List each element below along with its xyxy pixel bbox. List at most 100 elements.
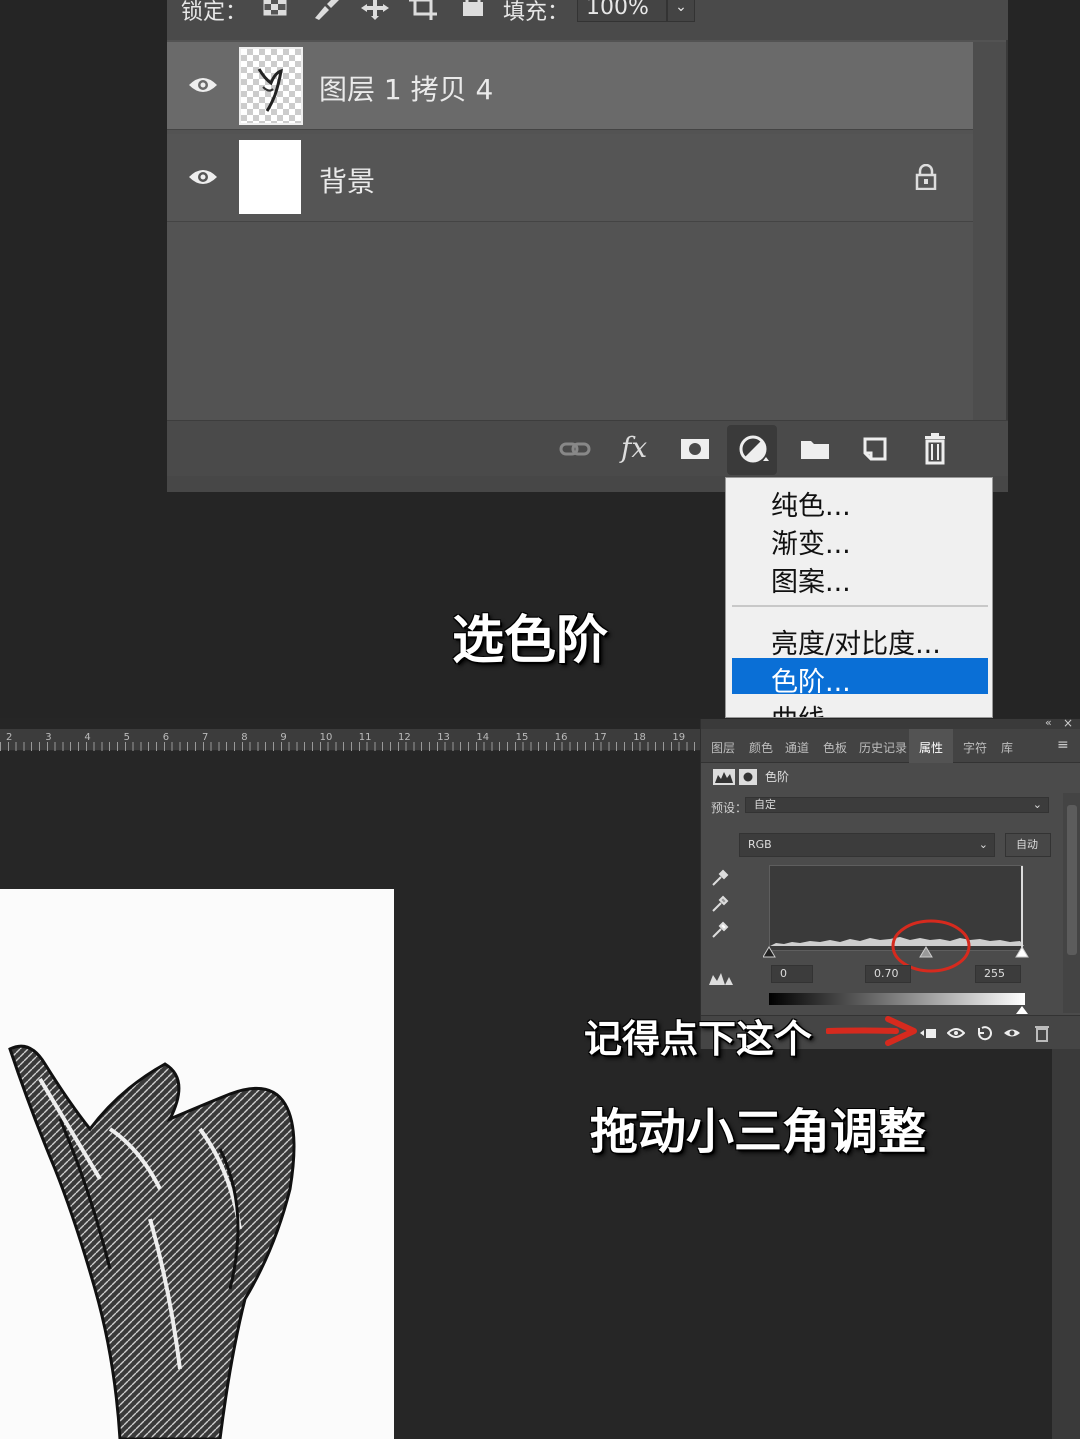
layer-name: 图层 1 拷贝 4: [319, 73, 494, 106]
delete-adjustment-trash-icon[interactable]: [1033, 1024, 1051, 1042]
channel-chevron-icon: ⌄: [978, 838, 988, 851]
fill-input[interactable]: 100%: [577, 0, 667, 22]
tab-layers[interactable]: 图层: [711, 739, 735, 756]
ruler-number: 2: [6, 732, 13, 743]
tab-swatches[interactable]: 色板: [823, 739, 847, 756]
ruler-number: 15: [515, 732, 529, 743]
white-point-eyedropper-icon[interactable]: [711, 921, 729, 939]
layer-thumbnail-white: [239, 140, 301, 214]
scrollbar-thumb[interactable]: [1067, 805, 1077, 955]
preset-label: 预设：: [711, 801, 748, 815]
channel-select[interactable]: RGB ⌄: [739, 833, 995, 857]
preset-select[interactable]: 自定 ⌄: [745, 797, 1049, 813]
tab-history[interactable]: 历史记录: [859, 739, 907, 756]
toggle-visibility-eye-icon[interactable]: [1003, 1024, 1021, 1042]
ruler-number: 14: [476, 732, 490, 743]
properties-scrollbar[interactable]: [1063, 793, 1080, 1013]
black-slider-icon[interactable]: [763, 946, 776, 958]
ruler-ticks: [0, 742, 700, 751]
levels-histogram-icon: [713, 769, 735, 785]
input-white-field[interactable]: 255: [975, 965, 1021, 983]
new-layer-icon[interactable]: [857, 431, 893, 467]
caption-drag-triangles: 拖动小三角调整: [590, 1104, 927, 1160]
tab-channels[interactable]: 通道: [785, 739, 809, 756]
lock-all-icon[interactable]: [461, 0, 485, 18]
ruler-number: 7: [202, 732, 209, 743]
layer-thumbnail-transparent: [239, 47, 303, 125]
lock-pixels-brush-icon[interactable]: [311, 0, 339, 20]
layers-bottom-toolbar: fx: [167, 420, 1008, 476]
document-canvas[interactable]: [0, 889, 394, 1439]
white-slider-icon[interactable]: [1015, 946, 1029, 958]
collapse-icon[interactable]: «: [1045, 716, 1052, 729]
black-point-eyedropper-icon[interactable]: [711, 869, 729, 887]
layer-name: 背景: [319, 165, 376, 198]
add-mask-icon[interactable]: [677, 431, 713, 467]
menu-item-levels[interactable]: 色阶...: [771, 660, 851, 699]
caption-select-levels: 选色阶: [452, 611, 609, 671]
panel-menu-icon[interactable]: ≡: [1057, 737, 1069, 753]
hand-sketch-thumbnail-icon: [257, 68, 283, 112]
layer-row-copy4[interactable]: 图层 1 拷贝 4: [167, 42, 973, 130]
properties-panel: « × 图层 颜色 通道 色板 历史记录 属性 字符 库 ≡ 色阶 预设： 自定…: [700, 716, 1080, 1049]
ruler-number: 5: [123, 732, 130, 743]
ruler-number: 10: [319, 732, 333, 743]
menu-item-curves[interactable]: 曲线...: [771, 698, 851, 717]
menu-item-pattern[interactable]: 图案...: [771, 560, 851, 599]
visibility-eye-icon[interactable]: [187, 74, 219, 96]
layers-panel: 锁定： 填充： 100% ⌄ 图层 1 拷贝 4 背景 fx: [167, 0, 1008, 492]
view-previous-state-icon[interactable]: [947, 1024, 965, 1042]
panel-tabs: 图层 颜色 通道 色板 历史记录 属性 字符 库 ≡: [701, 729, 1080, 763]
annotation-red-arrow-icon: [826, 1016, 917, 1046]
menu-separator: [732, 605, 988, 607]
tab-properties[interactable]: 属性: [919, 739, 943, 756]
clipping-warning-icon[interactable]: [709, 971, 733, 987]
ruler-number: 18: [633, 732, 646, 743]
tab-character[interactable]: 字符: [963, 739, 987, 756]
channel-value: RGB: [748, 838, 772, 851]
layer-mask-icon[interactable]: [739, 769, 757, 785]
lock-bar: 锁定： 填充： 100% ⌄: [167, 0, 1008, 40]
horizontal-ruler: 2 3 4 5 6 7 8 9 10 11 12 13 14 15 16 17 18 19: [0, 729, 700, 751]
fill-label: 填充：: [503, 0, 570, 25]
link-layers-icon[interactable]: [557, 431, 593, 467]
gray-point-eyedropper-icon[interactable]: [711, 895, 729, 913]
input-gamma-field[interactable]: 0.70: [865, 965, 911, 983]
ruler-number: 3: [45, 732, 52, 743]
caption-remember-click: 记得点下这个: [584, 1017, 813, 1061]
ruler-number: 4: [84, 732, 91, 743]
output-white-slider-icon[interactable]: [1015, 1005, 1029, 1015]
close-panel-icon[interactable]: ×: [1063, 716, 1073, 730]
layer-row-background[interactable]: 背景: [167, 134, 973, 222]
trash-icon[interactable]: [917, 431, 953, 467]
ruler-number: 11: [358, 732, 372, 743]
input-black-field[interactable]: 0: [771, 965, 813, 983]
preset-chevron-icon: ⌄: [1032, 798, 1042, 811]
reset-icon[interactable]: [975, 1024, 993, 1042]
lock-artboard-crop-icon[interactable]: [409, 0, 439, 20]
menu-item-solid-color[interactable]: 纯色...: [771, 484, 851, 523]
auto-button[interactable]: 自动: [1005, 833, 1051, 857]
lock-transparency-icon[interactable]: [263, 0, 289, 16]
fx-icon[interactable]: fx: [621, 431, 657, 467]
visibility-eye-icon[interactable]: [187, 166, 219, 188]
clip-to-layer-icon[interactable]: [919, 1024, 937, 1042]
menu-item-brightness-contrast[interactable]: 亮度/对比度...: [771, 622, 941, 661]
tab-color[interactable]: 颜色: [749, 739, 773, 756]
lock-label: 锁定：: [181, 0, 248, 25]
lock-position-move-icon[interactable]: [361, 0, 389, 20]
ruler-number: 16: [554, 732, 568, 743]
ruler-number: 6: [162, 732, 170, 743]
hand-artwork-image: [8, 1044, 296, 1439]
layers-empty-area: [167, 222, 973, 420]
ruler-number: 8: [241, 732, 248, 743]
adjustment-layer-icon[interactable]: [735, 431, 771, 467]
ruler-number: 17: [594, 732, 607, 743]
tab-libraries[interactable]: 库: [1001, 739, 1013, 756]
layers-scrollbar[interactable]: [973, 42, 1006, 420]
menu-item-gradient[interactable]: 渐变...: [771, 522, 851, 561]
group-folder-icon[interactable]: [797, 431, 833, 467]
layer-lock-icon[interactable]: [915, 164, 937, 190]
fill-dropdown-chevron-icon[interactable]: ⌄: [667, 0, 695, 22]
properties-title: 色阶: [765, 770, 790, 784]
